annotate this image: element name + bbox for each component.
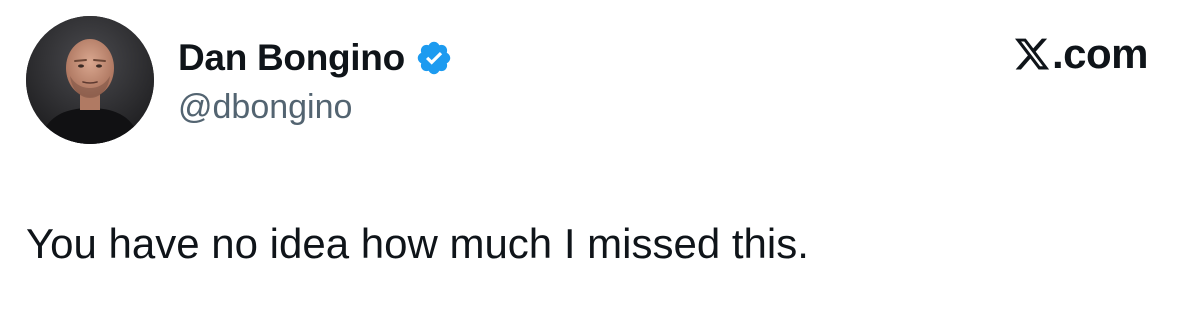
tweet-text: You have no idea how much I missed this.	[26, 220, 809, 267]
avatar[interactable]	[26, 16, 154, 144]
author-display-name[interactable]: Dan Bongino	[178, 37, 405, 79]
avatar-portrait	[26, 16, 154, 144]
verified-badge-icon	[415, 39, 453, 77]
tweet-card: Dan Bongino @dbongino .com You have no i…	[0, 0, 1200, 331]
x-brand: .com	[1013, 30, 1149, 78]
brand-domain-text: .com	[1051, 30, 1149, 77]
author-handle[interactable]: @dbongino	[178, 88, 352, 127]
author-name-row: Dan Bongino	[178, 34, 453, 82]
x-logo-icon	[1013, 35, 1051, 73]
